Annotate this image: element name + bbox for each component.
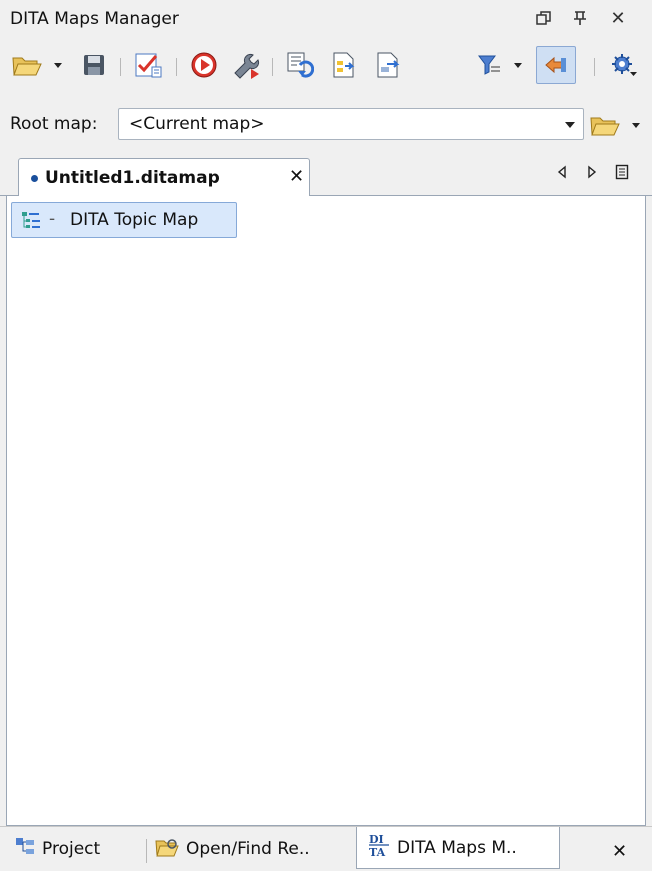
scroll-right-icon[interactable] bbox=[582, 160, 602, 184]
toolbar bbox=[0, 42, 652, 92]
link-with-editor-icon[interactable] bbox=[536, 46, 576, 84]
open-map-icon[interactable] bbox=[326, 46, 362, 84]
tab-project[interactable]: Project bbox=[14, 831, 100, 867]
save-icon[interactable] bbox=[78, 46, 110, 84]
open-find-resource-icon bbox=[154, 836, 180, 863]
tab-list-icon[interactable] bbox=[612, 160, 632, 184]
root-map-label: Root map: bbox=[10, 114, 98, 134]
tab-open-find-resource[interactable]: Open/Find Re.. bbox=[154, 831, 310, 867]
topic-map-icon bbox=[20, 210, 42, 237]
open-dropdown-arrow-icon[interactable] bbox=[50, 46, 66, 84]
toolbar-separator bbox=[594, 58, 595, 76]
toolbar-separator bbox=[272, 58, 273, 76]
panel-title: DITA Maps Manager bbox=[10, 9, 179, 29]
tab-untitled1-ditamap[interactable]: Untitled1.ditamap ✕ bbox=[18, 158, 310, 196]
tab-open-find-label: Open/Find Re.. bbox=[186, 839, 310, 859]
export-map-icon[interactable] bbox=[370, 46, 406, 84]
tab-project-label: Project bbox=[42, 839, 101, 859]
configure-transformation-icon[interactable] bbox=[228, 46, 264, 84]
dita-icon: DI TA bbox=[367, 832, 391, 863]
browse-dropdown-arrow-icon[interactable] bbox=[628, 106, 644, 144]
close-tab-icon[interactable]: ✕ bbox=[289, 166, 304, 187]
toolbar-separator bbox=[120, 58, 121, 76]
root-map-value: <Current map> bbox=[129, 114, 265, 134]
title-bar: DITA Maps Manager ✕ bbox=[0, 0, 652, 38]
filter-icon[interactable] bbox=[474, 46, 506, 84]
validate-icon[interactable] bbox=[130, 46, 166, 84]
scroll-left-icon[interactable] bbox=[552, 160, 572, 184]
tree-node-dita-topic-map[interactable]: - DITA Topic Map bbox=[11, 202, 237, 238]
close-panel-icon[interactable]: ✕ bbox=[604, 4, 632, 32]
restore-icon[interactable] bbox=[530, 4, 558, 32]
root-map-combo[interactable]: <Current map> bbox=[118, 108, 584, 140]
bottom-tab-separator bbox=[146, 839, 147, 863]
apply-transformation-icon[interactable] bbox=[186, 46, 222, 84]
pin-icon[interactable] bbox=[566, 4, 594, 32]
settings-icon[interactable] bbox=[604, 46, 644, 84]
root-map-row: Root map: <Current map> bbox=[0, 100, 652, 148]
close-view-icon[interactable]: ✕ bbox=[612, 841, 627, 862]
modified-dot-icon bbox=[31, 175, 38, 182]
bottom-tab-bar: Project Open/Find Re.. DI TA DITA Maps M.… bbox=[0, 826, 652, 871]
svg-text:DI: DI bbox=[369, 833, 384, 846]
toolbar-separator bbox=[176, 58, 177, 76]
tab-dita-maps-label: DITA Maps M.. bbox=[397, 837, 517, 858]
filter-dropdown-arrow-icon[interactable] bbox=[510, 46, 526, 84]
tab-dita-maps-manager[interactable]: DI TA DITA Maps M.. bbox=[356, 827, 560, 869]
project-icon bbox=[14, 836, 36, 863]
open-folder-icon[interactable] bbox=[8, 46, 46, 84]
browse-folder-icon[interactable] bbox=[588, 106, 622, 144]
tree-node-label: DITA Topic Map bbox=[70, 210, 199, 230]
dita-maps-manager-panel: DITA Maps Manager ✕ Root map: <Current m… bbox=[0, 0, 652, 871]
tab-label: Untitled1.ditamap bbox=[45, 168, 220, 188]
chevron-down-icon[interactable] bbox=[563, 116, 577, 136]
tree-dash: - bbox=[49, 209, 56, 229]
refactoring-icon[interactable] bbox=[282, 46, 318, 84]
svg-text:TA: TA bbox=[369, 846, 386, 858]
map-tree-view[interactable]: - DITA Topic Map bbox=[6, 196, 646, 826]
